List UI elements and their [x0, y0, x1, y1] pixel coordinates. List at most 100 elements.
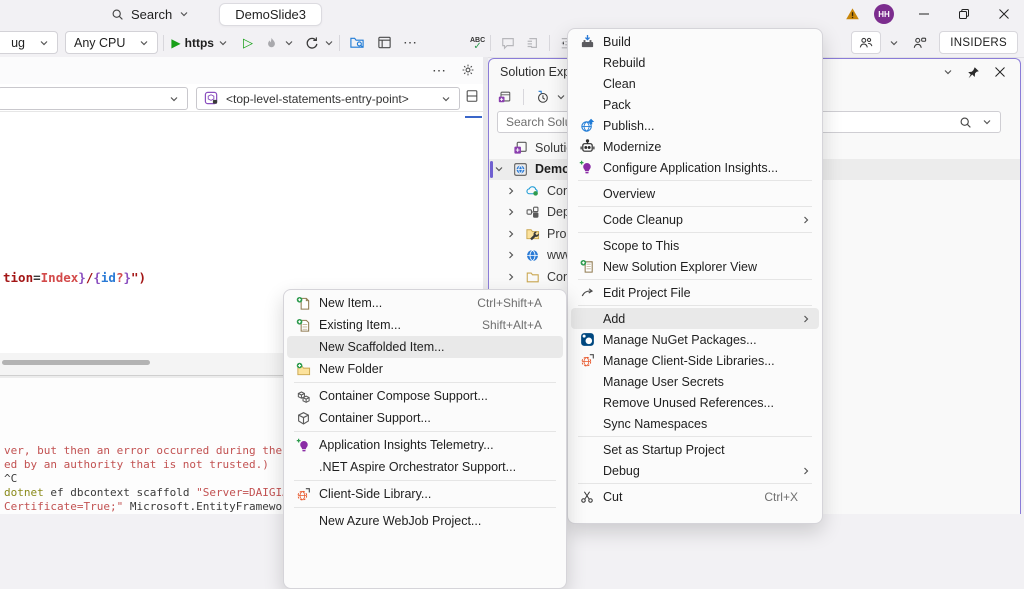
start-debugging-button[interactable]: ▶ https — [171, 36, 228, 50]
find-in-files-icon[interactable] — [345, 31, 369, 55]
toolbar-overflow-button[interactable]: ⋯ — [403, 34, 418, 51]
menu-item-modernize[interactable]: Modernize — [571, 136, 819, 157]
menu-item-new-folder[interactable]: New Folder — [287, 358, 563, 380]
new-folder-icon — [292, 361, 314, 377]
publish-icon — [576, 118, 598, 134]
start-without-debugging-button[interactable]: ▷ — [236, 31, 260, 55]
menu-item-pack[interactable]: Pack — [571, 94, 819, 115]
search-box[interactable]: Search — [111, 7, 189, 22]
dependencies-icon — [523, 205, 541, 219]
restart-button[interactable] — [300, 31, 324, 55]
insiders-badge[interactable]: INSIDERS — [939, 31, 1018, 54]
visual-studio-window: Search DemoSlide3 HH ug Any CPU ▶ https … — [0, 0, 1024, 514]
wwwroot-icon — [523, 248, 541, 263]
hot-reload-button[interactable] — [260, 31, 284, 55]
tree-chevron-icon[interactable] — [491, 164, 507, 174]
menu-item-new-solution-explorer-view[interactable]: New Solution Explorer View — [571, 256, 819, 277]
document-overflow-button[interactable]: ⋯ — [432, 62, 447, 79]
menu-item-manage-user-secrets[interactable]: Manage User Secrets — [571, 371, 819, 392]
scope-cube-icon — [204, 91, 219, 106]
window-layout-icon[interactable] — [373, 31, 397, 55]
chevron-down-icon — [284, 38, 294, 48]
menu-separator — [578, 180, 812, 181]
menu-item-edit-project-file[interactable]: Edit Project File — [571, 282, 819, 303]
chevron-down-icon[interactable] — [943, 67, 953, 77]
tree-chevron-icon[interactable] — [503, 272, 519, 282]
properties-icon — [523, 226, 541, 241]
menu-item-container-compose-support[interactable]: Container Compose Support... — [287, 385, 563, 407]
menu-item-net-aspire-orchestrator-support[interactable]: .NET Aspire Orchestrator Support... — [287, 456, 563, 478]
terminal-line: ver, but then an error occurred during t… — [4, 444, 295, 458]
pending-changes-filter-icon[interactable] — [535, 90, 550, 104]
restore-button[interactable] — [944, 0, 984, 28]
pin-icon[interactable] — [967, 66, 980, 79]
menu-item-new-scaffolded-item[interactable]: New Scaffolded Item... — [287, 336, 563, 358]
menu-item-add[interactable]: Add — [571, 308, 819, 329]
menu-item-existing-item[interactable]: Existing Item... Shift+Alt+A — [287, 314, 563, 336]
modernize-icon — [576, 139, 598, 155]
switch-views-icon[interactable] — [497, 90, 512, 104]
menu-item-manage-client-side-libraries[interactable]: Manage Client-Side Libraries... — [571, 350, 819, 371]
menu-item-scope-to-this[interactable]: Scope to This — [571, 235, 819, 256]
chevron-down-icon — [39, 38, 49, 48]
chevron-down-icon — [169, 94, 179, 104]
title-bar: Search DemoSlide3 HH — [0, 0, 1024, 28]
standard-toolbar: ug Any CPU ▶ https ▷ ⋯ ABC ✓ — [0, 28, 1024, 58]
menu-separator — [578, 436, 812, 437]
minimize-button[interactable] — [904, 0, 944, 28]
menu-item-clean[interactable]: Clean — [571, 73, 819, 94]
tree-chevron-icon[interactable] — [503, 229, 519, 239]
menu-item-sync-namespaces[interactable]: Sync Namespaces — [571, 413, 819, 434]
menu-item-remove-unused-references[interactable]: Remove Unused References... — [571, 392, 819, 413]
compose-icon — [292, 388, 314, 404]
code-line: tion=Index}/{id?}") — [3, 270, 146, 285]
editor-tab-strip: ⋯ — [0, 57, 483, 84]
new-item-icon — [292, 295, 314, 311]
menu-item-set-as-startup-project[interactable]: Set as Startup Project — [571, 439, 819, 460]
menu-separator — [294, 431, 556, 432]
menu-item-new-azure-webjob-project[interactable]: New Azure WebJob Project... — [287, 510, 563, 532]
terminal-line: Certificate=True;" Microsoft.EntityFrame… — [4, 500, 295, 514]
menu-item-code-cleanup[interactable]: Code Cleanup — [571, 209, 819, 230]
scope-dropdown[interactable]: <top-level-statements-entry-point> — [196, 87, 460, 110]
app-insights-icon — [292, 437, 314, 453]
editor-navigation-bar: <top-level-statements-entry-point> — [0, 84, 483, 112]
platform-dropdown[interactable]: Any CPU — [65, 31, 158, 54]
menu-item-cut[interactable]: Cut Ctrl+X — [571, 486, 819, 507]
menu-item-overview[interactable]: Overview — [571, 183, 819, 204]
close-button[interactable] — [984, 0, 1024, 28]
sign-in-icon[interactable] — [907, 31, 931, 55]
window-title-tab[interactable]: DemoSlide3 — [219, 3, 322, 26]
warning-icon[interactable] — [840, 2, 864, 26]
debug-configuration-dropdown[interactable]: ug — [0, 31, 58, 54]
tree-chevron-icon[interactable] — [503, 186, 519, 196]
menu-item-container-support[interactable]: Container Support... — [287, 407, 563, 429]
menu-item-new-item[interactable]: New Item... Ctrl+Shift+A — [287, 292, 563, 314]
menu-item-configure-application-insights[interactable]: Configure Application Insights... — [571, 157, 819, 178]
comment-icon[interactable] — [496, 31, 520, 55]
menu-item-application-insights-telemetry[interactable]: Application Insights Telemetry... — [287, 434, 563, 456]
menu-item-build[interactable]: Build — [571, 31, 819, 52]
menu-item-client-side-library[interactable]: Client-Side Library... — [287, 483, 563, 505]
split-editor-icon[interactable] — [465, 89, 479, 103]
menu-item-publish[interactable]: Publish... — [571, 115, 819, 136]
scissors-icon — [576, 489, 598, 505]
search-icon — [959, 116, 972, 129]
live-share-button[interactable] — [851, 31, 881, 54]
menu-item-manage-nuget-packages[interactable]: Manage NuGet Packages... — [571, 329, 819, 350]
menu-separator — [294, 507, 556, 508]
scrollbar-thumb[interactable] — [2, 360, 150, 365]
tree-chevron-icon[interactable] — [503, 207, 519, 217]
menu-separator — [294, 382, 556, 383]
close-icon[interactable] — [994, 66, 1006, 78]
avatar[interactable]: HH — [874, 4, 894, 24]
menu-separator — [578, 232, 812, 233]
tree-chevron-icon[interactable] — [503, 250, 519, 260]
gear-icon[interactable] — [461, 63, 475, 77]
uncomment-icon[interactable] — [520, 31, 544, 55]
spell-checker-button[interactable]: ABC ✓ — [470, 38, 485, 50]
menu-item-rebuild[interactable]: Rebuild — [571, 52, 819, 73]
menu-separator — [578, 279, 812, 280]
project-dropdown[interactable] — [0, 87, 188, 110]
menu-item-debug[interactable]: Debug — [571, 460, 819, 481]
